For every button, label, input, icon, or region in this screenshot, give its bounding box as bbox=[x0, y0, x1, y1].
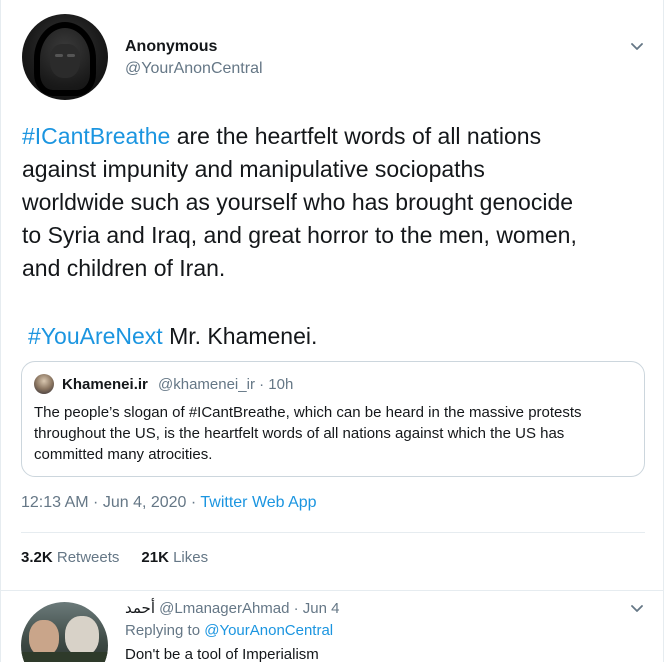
tweet-body: #ICantBreathe are the heartfelt words of… bbox=[22, 120, 642, 285]
avatar-mask bbox=[50, 44, 80, 78]
chevron-down-icon[interactable] bbox=[629, 38, 645, 54]
tweet-detail-page: Anonymous @YourAnonCentral #ICantBreathe… bbox=[0, 0, 664, 662]
quote-author-meta: @khamenei_ir · 10h bbox=[158, 376, 294, 393]
author-name[interactable]: Anonymous bbox=[125, 38, 217, 56]
replying-to-handle[interactable]: @YourAnonCentral bbox=[204, 622, 333, 639]
avatar-uniform bbox=[21, 652, 108, 662]
reply-body: Don't be a tool of Imperialism bbox=[125, 646, 319, 662]
quote-author-name: Khamenei.ir bbox=[62, 376, 148, 393]
retweets-label: Retweets bbox=[52, 549, 120, 566]
engagement-stats: 3.2K Retweets 21K Likes bbox=[21, 549, 208, 566]
likes-label: Likes bbox=[168, 549, 209, 566]
quote-author-avatar bbox=[34, 374, 54, 394]
quote-line: committed many atrocities. bbox=[34, 446, 213, 463]
author-handle[interactable]: @YourAnonCentral bbox=[125, 60, 263, 78]
quoted-tweet[interactable]: Khamenei.ir @khamenei_ir · 10h The peopl… bbox=[21, 361, 645, 477]
tweet-line: worldwide such as yourself who has broug… bbox=[22, 189, 574, 215]
replying-to-label: Replying to bbox=[125, 622, 205, 639]
divider bbox=[1, 590, 664, 591]
timestamp-text[interactable]: 12:13 AM · Jun 4, 2020 · bbox=[21, 494, 200, 511]
replying-to: Replying to @YourAnonCentral bbox=[125, 622, 333, 639]
hashtag-youarenext[interactable]: #YouAreNext bbox=[28, 323, 163, 349]
quote-body: The people’s slogan of #ICantBreathe, wh… bbox=[34, 402, 634, 465]
reply-author-avatar[interactable] bbox=[21, 602, 108, 662]
reply-header: أحمد @LmanagerAhmad · Jun 4 bbox=[125, 599, 340, 617]
chevron-down-icon[interactable] bbox=[629, 600, 645, 616]
tweet-line-text: Mr. Khamenei. bbox=[162, 323, 318, 349]
avatar-eye-right bbox=[67, 54, 75, 57]
avatar-figure bbox=[29, 620, 59, 656]
likes-stat[interactable]: 21K Likes bbox=[141, 549, 208, 566]
quote-line: The people’s slogan of #ICantBreathe, wh… bbox=[34, 404, 582, 421]
tweet-line: to Syria and Iraq, and great horror to t… bbox=[22, 222, 577, 248]
author-avatar[interactable] bbox=[22, 14, 108, 100]
source-app-link[interactable]: Twitter Web App bbox=[200, 494, 316, 511]
avatar-eye-left bbox=[55, 54, 63, 57]
reply-author-meta[interactable]: @LmanagerAhmad · Jun 4 bbox=[155, 600, 339, 617]
quote-line: throughout the US, is the heartfelt word… bbox=[34, 425, 565, 442]
likes-count: 21K bbox=[141, 549, 169, 566]
tweet-line: against impunity and manipulative sociop… bbox=[22, 156, 485, 182]
tweet-timestamp: 12:13 AM · Jun 4, 2020 · Twitter Web App bbox=[21, 494, 317, 512]
tweet-body-second-paragraph: #YouAreNext Mr. Khamenei. bbox=[28, 320, 317, 353]
reply-author-name[interactable]: أحمد bbox=[125, 600, 155, 617]
divider bbox=[21, 532, 645, 533]
tweet-line: #ICantBreathe are the heartfelt words of… bbox=[22, 120, 642, 153]
avatar-figure bbox=[65, 616, 99, 656]
retweets-stat[interactable]: 3.2K Retweets bbox=[21, 549, 119, 566]
hashtag-icantbreathe[interactable]: #ICantBreathe bbox=[22, 123, 170, 149]
retweets-count: 3.2K bbox=[21, 549, 53, 566]
tweet-line: and children of Iran. bbox=[22, 255, 226, 281]
tweet-line-text: are the heartfelt words of all nations bbox=[170, 123, 542, 149]
